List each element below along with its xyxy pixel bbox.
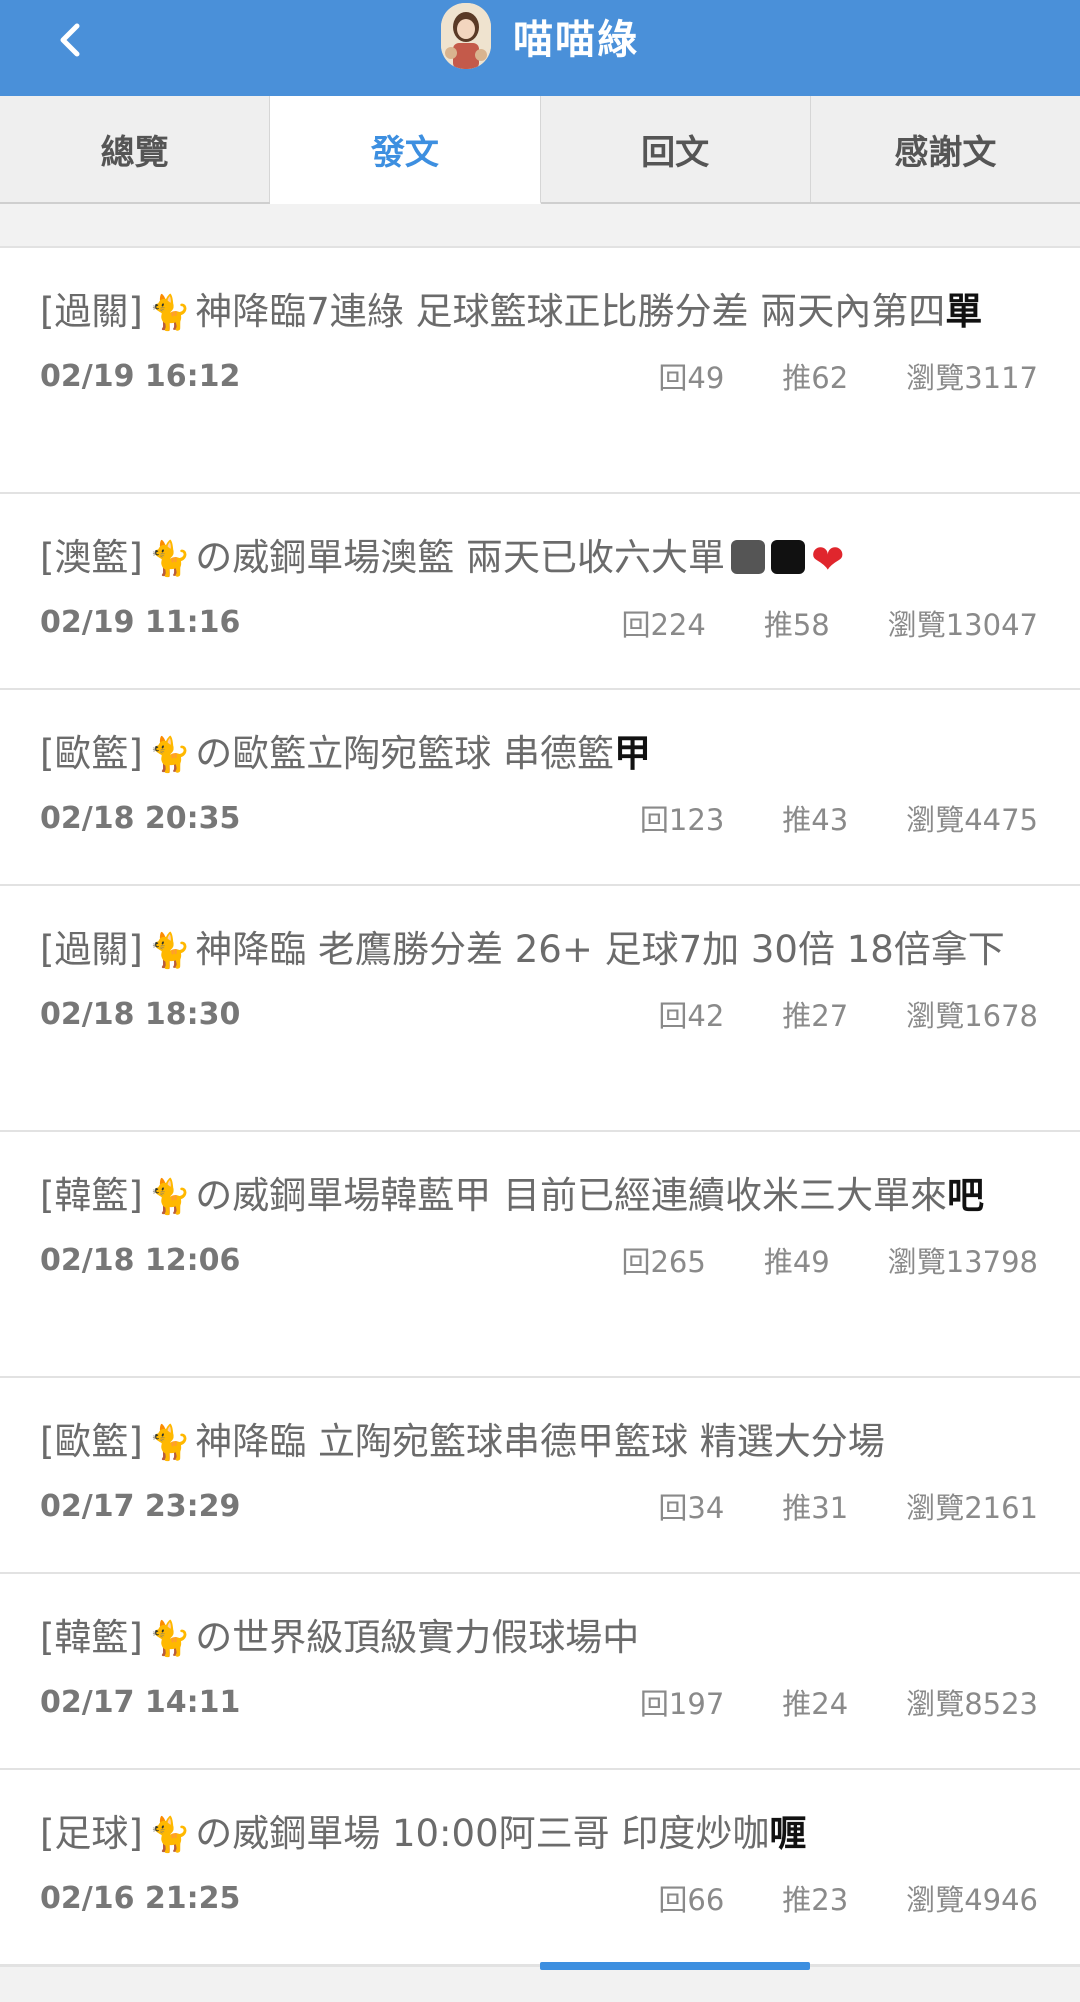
post-category: [韓籃] — [40, 1616, 143, 1659]
post-item[interactable]: [歐籃] 🐈 神降臨 立陶宛籃球串德甲籃球 精選大分場 02/17 23:29 回3… — [0, 1376, 1080, 1572]
post-item[interactable]: [澳籃] 🐈 の威鋼單場澳籃 兩天已收六大單 ❤ 02/19 11:16 回224 推… — [0, 492, 1080, 688]
post-title-highlight: 吧 — [946, 1174, 984, 1217]
post-category: [過關] — [40, 928, 143, 971]
tab-posts[interactable]: 發文 — [270, 96, 541, 204]
post-title-highlight: 甲 — [613, 732, 651, 775]
view-count: 瀏覽13798 — [887, 1245, 1038, 1279]
reply-count: 回49 — [658, 361, 725, 395]
post-date: 02/19 11:16 — [40, 605, 241, 640]
cat-icon: 🐈 — [148, 293, 192, 333]
push-count: 推23 — [782, 1883, 849, 1917]
post-meta: 02/19 11:16 回224 推58 瀏覽13047 — [40, 602, 1038, 644]
cat-icon: 🐈 — [148, 1619, 192, 1659]
user-avatar-icon[interactable] — [441, 3, 491, 69]
cat-icon: 🐈 — [148, 735, 192, 775]
cat-icon: 🐈 — [148, 1815, 192, 1855]
push-count: 推27 — [782, 999, 849, 1033]
push-count: 推24 — [782, 1687, 849, 1721]
view-count: 瀏覽4946 — [906, 1883, 1038, 1917]
post-meta: 02/16 21:25 回66 推23 瀏覽4946 — [40, 1877, 1038, 1919]
post-title: [韓籃] 🐈 の世界級頂級實力假球場中 — [40, 1614, 1038, 1663]
push-count: 推43 — [782, 803, 849, 837]
post-title-text: 神降臨 老鷹勝分差 26+ 足球7加 30倍 18倍拿下 — [195, 928, 1005, 971]
post-category: [歐籃] — [40, 732, 143, 775]
post-meta: 02/18 12:06 回265 推49 瀏覽13798 — [40, 1239, 1038, 1281]
tab-scroll-indicator — [540, 1962, 810, 1970]
post-title-highlight: 喱 — [769, 1812, 807, 1855]
view-count: 瀏覽1678 — [906, 999, 1038, 1033]
push-count: 推58 — [763, 607, 830, 642]
post-meta: 02/18 18:30 回42 推27 瀏覽1678 — [40, 993, 1038, 1035]
post-title: [過關] 🐈 神降臨7連綠 足球籃球正比勝分差 兩天內第四單 — [40, 288, 1038, 337]
tab-replies[interactable]: 回文 — [540, 96, 811, 202]
post-category: [足球] — [40, 1812, 143, 1855]
post-meta: 02/17 14:11 回197 推24 瀏覽8523 — [40, 1681, 1038, 1723]
cat-icon: 🐈 — [148, 1423, 192, 1463]
letter-a-dark-icon — [770, 539, 805, 574]
view-count: 瀏覽2161 — [906, 1491, 1038, 1525]
push-count: 推31 — [782, 1491, 849, 1525]
post-title: [足球] 🐈 の威鋼單場 10:00阿三哥 印度炒咖喱 — [40, 1810, 1038, 1859]
post-meta: 02/18 20:35 回123 推43 瀏覽4475 — [40, 797, 1038, 839]
post-title: [澳籃] 🐈 の威鋼單場澳籃 兩天已收六大單 ❤ — [40, 534, 1038, 584]
forum-user-posts-page: 喵喵綠 總覽 發文 回文 感謝文 [過關] 🐈 神降臨7連綠 足球籃球正比勝分差 兩… — [0, 0, 1080, 2002]
post-date: 02/17 14:11 — [40, 1684, 241, 1720]
post-date: 02/16 21:25 — [40, 1880, 241, 1916]
cat-icon: 🐈 — [148, 539, 192, 579]
post-item[interactable]: [歐籃] 🐈 の歐籃立陶宛籃球 串德籃甲 02/18 20:35 回123 推43 … — [0, 688, 1080, 884]
app-header: 喵喵綠 — [0, 0, 1080, 96]
post-date: 02/18 18:30 — [40, 996, 241, 1032]
post-title-text: の威鋼單場 10:00阿三哥 印度炒咖 — [195, 1812, 770, 1855]
post-title-text: の威鋼單場韓藍甲 目前已經連續收米三大單來 — [195, 1174, 947, 1217]
reply-count: 回66 — [658, 1883, 725, 1917]
view-count: 瀏覽8523 — [906, 1687, 1038, 1721]
reply-count: 回197 — [639, 1687, 725, 1721]
post-date: 02/18 12:06 — [40, 1242, 241, 1278]
cat-icon: 🐈 — [148, 1177, 192, 1217]
post-category: [澳籃] — [40, 536, 143, 579]
tab-bar: 總覽 發文 回文 感謝文 — [0, 96, 1080, 204]
post-list: [過關] 🐈 神降臨7連綠 足球籃球正比勝分差 兩天內第四單 02/19 16:12… — [0, 246, 1080, 1964]
header-center: 喵喵綠 — [0, 0, 1080, 72]
post-title: [歐籃] 🐈 の歐籃立陶宛籃球 串德籃甲 — [40, 730, 1038, 779]
view-count: 瀏覽4475 — [906, 803, 1038, 837]
post-date: 02/18 20:35 — [40, 800, 241, 836]
post-title: [歐籃] 🐈 神降臨 立陶宛籃球串德甲籃球 精選大分場 — [40, 1418, 1038, 1467]
view-count: 瀏覽3117 — [906, 361, 1038, 395]
post-title-text: 神降臨7連綠 足球籃球正比勝分差 兩天內第四 — [195, 290, 946, 333]
post-meta: 02/17 23:29 回34 推31 瀏覽2161 — [40, 1485, 1038, 1527]
post-meta: 02/19 16:12 回49 推62 瀏覽3117 — [40, 355, 1038, 397]
heart-icon: ❤ — [810, 536, 845, 583]
post-item[interactable]: [韓籃] 🐈 の威鋼單場韓藍甲 目前已經連續收米三大單來吧 02/18 12:06 … — [0, 1130, 1080, 1376]
view-count: 瀏覽13047 — [887, 607, 1038, 642]
reply-count: 回265 — [621, 1245, 706, 1279]
reply-count: 回123 — [639, 803, 725, 837]
post-title: [過關] 🐈 神降臨 老鷹勝分差 26+ 足球7加 30倍 18倍拿下 — [40, 926, 1038, 975]
post-category: [韓籃] — [40, 1174, 143, 1217]
letter-a-icon — [730, 539, 765, 574]
page-title: 喵喵綠 — [513, 17, 639, 63]
post-date: 02/17 23:29 — [40, 1488, 241, 1524]
post-item[interactable]: [過關] 🐈 神降臨7連綠 足球籃球正比勝分差 兩天內第四單 02/19 16:12… — [0, 246, 1080, 492]
post-title-text: の歐籃立陶宛籃球 串德籃 — [195, 732, 614, 775]
post-item[interactable]: [韓籃] 🐈 の世界級頂級實力假球場中 02/17 14:11 回197 推24 瀏… — [0, 1572, 1080, 1768]
tab-thanks[interactable]: 感謝文 — [810, 96, 1080, 202]
post-title: [韓籃] 🐈 の威鋼單場韓藍甲 目前已經連續收米三大單來吧 — [40, 1172, 1038, 1221]
post-title-text: 神降臨 立陶宛籃球串德甲籃球 精選大分場 — [195, 1420, 885, 1463]
post-category: [歐籃] — [40, 1420, 143, 1463]
post-title-text: の世界級頂級實力假球場中 — [195, 1616, 640, 1659]
post-title-text: の威鋼單場澳籃 兩天已收六大單 — [195, 536, 725, 579]
post-title-highlight: 單 — [945, 290, 983, 333]
push-count: 推49 — [763, 1245, 830, 1279]
push-count: 推62 — [782, 361, 849, 395]
tab-overview[interactable]: 總覽 — [0, 96, 271, 202]
cat-icon: 🐈 — [148, 931, 192, 971]
post-date: 02/19 16:12 — [40, 358, 241, 394]
post-item[interactable]: [過關] 🐈 神降臨 老鷹勝分差 26+ 足球7加 30倍 18倍拿下 02/18 … — [0, 884, 1080, 1130]
post-category: [過關] — [40, 290, 143, 333]
reply-count: 回34 — [658, 1491, 725, 1525]
post-item[interactable]: [足球] 🐈 の威鋼單場 10:00阿三哥 印度炒咖喱 02/16 21:25 回6… — [0, 1768, 1080, 1964]
reply-count: 回42 — [658, 999, 725, 1033]
reply-count: 回224 — [621, 607, 706, 642]
